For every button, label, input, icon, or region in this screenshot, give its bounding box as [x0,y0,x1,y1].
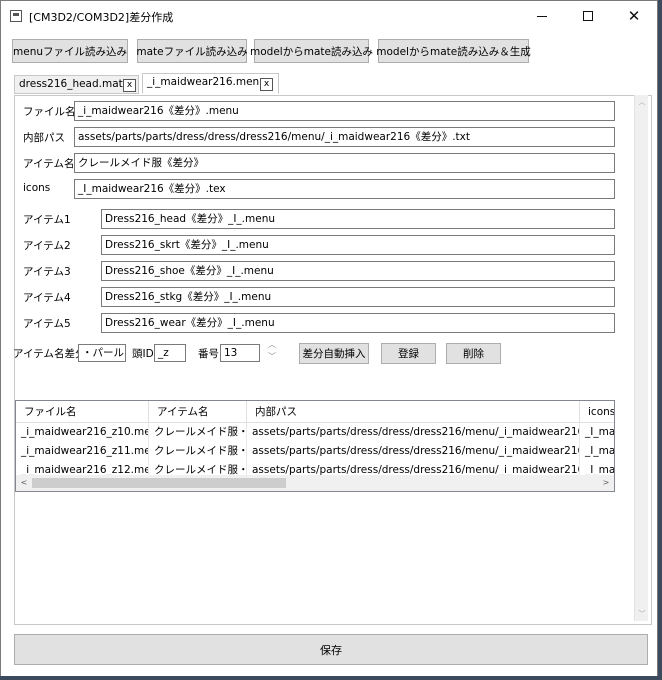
table-cell: _i_maidwear216_z10.menu [16,423,149,442]
minimize-button[interactable] [519,1,565,31]
diff-table[interactable]: ファイル名 アイテム名 内部パス icons _i_maidwear216_z1… [15,400,615,492]
item3-label: アイテム3 [23,266,71,278]
item3-field[interactable]: Dress216_shoe《差分》_I_.menu [101,261,615,281]
tab-dress216-head-mate[interactable]: dress216_head.mate [14,75,139,94]
chevron-up-icon[interactable]: ︿ [263,339,281,351]
head-id-label: 頭ID [132,348,154,360]
vertical-scrollbar[interactable]: ︿ ﹀ [634,95,648,621]
table-cell: assets/parts/parts/dress/dress/dress216/… [247,461,580,475]
table-row[interactable]: _i_maidwear216_z11.menu クレールメイド服・銀 asset… [16,442,614,461]
tab-close-icon[interactable]: x [123,79,136,92]
maximize-icon [583,11,593,21]
icons-label: icons [23,182,51,194]
path-field[interactable]: assets/parts/parts/dress/dress/dress216/… [74,127,615,147]
close-icon: ✕ [627,7,641,25]
column-header-icons[interactable]: icons [580,401,614,423]
table-row[interactable]: _i_maidwear216_z10.menu クレールメイド服・金 asset… [16,423,614,442]
client-area: menuファイル読み込み mateファイル読み込み modelからmate読み込… [1,31,657,676]
table-header: ファイル名 アイテム名 内部パス icons [16,401,614,423]
filename-field[interactable]: _i_maidwear216《差分》.menu [74,101,615,121]
table-cell: クレールメイド服・パール [149,461,247,475]
number-stepper[interactable]: ︿ ﹀ [263,339,281,363]
register-button[interactable]: 登録 [381,343,436,364]
close-button[interactable]: ✕ [611,1,657,31]
table-cell: _I_maid [580,461,614,475]
chevron-down-icon[interactable]: ﹀ [263,351,281,363]
save-button[interactable]: 保存 [14,634,648,665]
app-icon [10,10,22,22]
diff-name-label: アイテム名差分 [13,348,86,360]
table-cell: _i_maidwear216_z11.menu [16,442,149,461]
load-model-mate-generate-button[interactable]: modelからmate読み込み＆生成 [376,39,531,63]
scroll-left-icon[interactable]: < [16,475,32,491]
window-title: [CM3D2/COM3D2]差分作成 [29,11,174,24]
itemname-label: アイテム名 [23,158,75,170]
head-id-field[interactable]: _z [154,344,186,362]
number-label: 番号 [198,348,219,360]
tab-label: _i_maidwear216.menu [147,76,266,88]
table-cell: assets/parts/parts/dress/dress/dress216/… [247,442,580,461]
app-window: [CM3D2/COM3D2]差分作成 ✕ menuファイル読み込み mateファ… [0,0,658,676]
item5-label: アイテム5 [23,318,71,330]
auto-insert-button[interactable]: 差分自動挿入 [299,343,369,364]
scrollbar-thumb[interactable] [32,478,286,488]
tab-close-icon[interactable]: x [260,78,273,91]
scroll-right-icon[interactable]: > [598,475,614,491]
item1-label: アイテム1 [23,214,71,226]
load-mate-button[interactable]: mateファイル読み込み [136,39,248,63]
delete-button[interactable]: 削除 [446,343,501,364]
number-field[interactable]: 13 [220,344,260,362]
minimize-icon [537,15,547,17]
horizontal-scrollbar[interactable]: < > [16,475,614,491]
load-model-mate-button[interactable]: modelからmate読み込み [250,39,373,63]
column-header-itemname[interactable]: アイテム名 [149,401,247,423]
scroll-down-icon[interactable]: ﹀ [635,607,649,621]
itemname-field[interactable]: クレールメイド服《差分》 [74,153,615,173]
table-cell: _i_maidwear216_z12.menu [16,461,149,475]
filename-label: ファイル名 [23,106,76,118]
table-cell: クレールメイド服・銀 [149,442,247,461]
column-header-path[interactable]: 内部パス [247,401,580,423]
load-menu-button[interactable]: menuファイル読み込み [12,39,128,63]
table-row[interactable]: _i_maidwear216_z12.menu クレールメイド服・パール ass… [16,461,614,475]
maximize-button[interactable] [565,1,611,31]
title-bar: [CM3D2/COM3D2]差分作成 ✕ [1,1,657,31]
table-cell: _I_maid [580,423,614,442]
table-cell: assets/parts/parts/dress/dress/dress216/… [247,423,580,442]
item5-field[interactable]: Dress216_wear《差分》_I_.menu [101,313,615,333]
item2-field[interactable]: Dress216_skrt《差分》_I_.menu [101,235,615,255]
column-header-filename[interactable]: ファイル名 [16,401,149,423]
icons-field[interactable]: _I_maidwear216《差分》.tex [74,179,615,199]
scroll-up-icon[interactable]: ︿ [635,95,649,109]
item4-field[interactable]: Dress216_stkg《差分》_I_.menu [101,287,615,307]
table-cell: クレールメイド服・金 [149,423,247,442]
item4-label: アイテム4 [23,292,71,304]
item2-label: アイテム2 [23,240,71,252]
table-cell: _I_maid [580,442,614,461]
tab-maidwear216-menu[interactable]: _i_maidwear216.menu [142,73,279,94]
item1-field[interactable]: Dress216_head《差分》_I_.menu [101,209,615,229]
diff-name-field[interactable]: ・パール [78,344,126,362]
path-label: 内部パス [23,132,65,144]
tab-label: dress216_head.mate [19,78,130,90]
